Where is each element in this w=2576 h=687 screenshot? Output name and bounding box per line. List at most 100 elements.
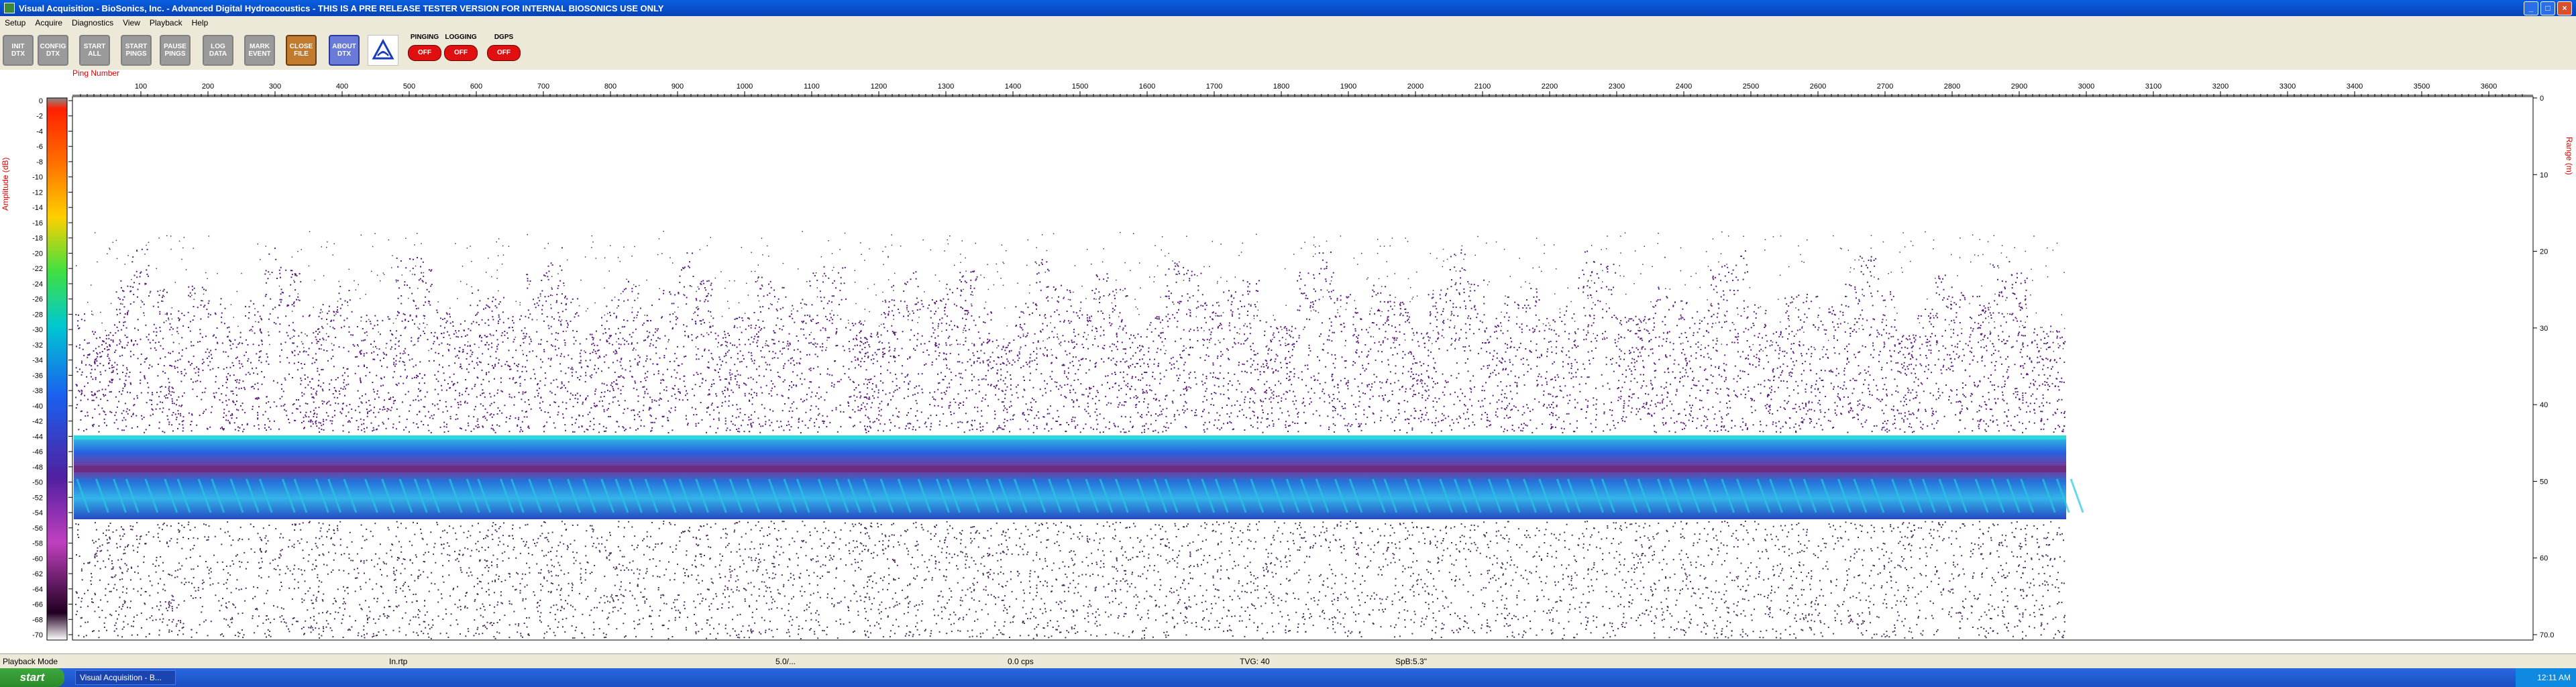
amp-tick-label: -32	[32, 341, 43, 350]
ping-tick-label: 2000	[1407, 83, 1424, 91]
amp-tick-label: -52	[32, 494, 43, 502]
amp-tick-label: -56	[32, 525, 43, 533]
start-pings-button[interactable]: START PINGS	[121, 35, 152, 66]
ping-tick-label: 900	[672, 83, 684, 91]
status-spb: SpB:5.3"	[1395, 657, 1427, 666]
amplitude-color-scale	[46, 97, 68, 641]
band-middle-layer	[74, 466, 2066, 472]
ping-tick-label: 3000	[2078, 83, 2094, 91]
amp-tick-label: -42	[32, 418, 43, 426]
status-bar: Playback Mode In.rtp 5.0/... 0.0 cps TVG…	[0, 653, 2576, 669]
toolbar: INIT DTX CONFIG DTX START ALL START PING…	[0, 30, 2576, 70]
band-top-edge	[74, 435, 2066, 439]
init-dtx-button[interactable]: INIT DTX	[3, 35, 34, 66]
range-tick-label: 50	[2540, 478, 2548, 486]
amp-tick-label: -44	[32, 433, 43, 441]
maximize-button[interactable]: □	[2540, 1, 2555, 15]
ping-tick-label: 3600	[2481, 83, 2497, 91]
amplitude-label: Amplitude (dB)	[1, 158, 10, 211]
status-mode: Playback Mode	[3, 657, 58, 666]
mark-event-button[interactable]: MARK EVENT	[244, 35, 275, 66]
amp-tick-label: -12	[32, 189, 43, 197]
amp-tick-label: -10	[32, 174, 43, 182]
status-ping-rate: 5.0/...	[775, 657, 796, 666]
amp-tick-label: -54	[32, 509, 43, 517]
amp-tick-label: -20	[32, 250, 43, 258]
status-speed: 0.0 cps	[1008, 657, 1034, 666]
pause-pings-button[interactable]: PAUSE PINGS	[160, 35, 191, 66]
ping-tick-label: 2700	[1877, 83, 1893, 91]
ping-tick-label: 2800	[1944, 83, 1960, 91]
amp-tick-label: -66	[32, 601, 43, 609]
minimize-button[interactable]: _	[2524, 1, 2538, 15]
ping-tick-label: 2400	[1676, 83, 1692, 91]
amp-tick-label: -26	[32, 296, 43, 304]
amp-tick-label: -50	[32, 479, 43, 487]
menu-view[interactable]: View	[118, 18, 145, 28]
menu-diagnostics[interactable]: Diagnostics	[67, 18, 118, 28]
ping-tick-label: 1200	[871, 83, 887, 91]
range-tick-label: 30	[2540, 325, 2548, 333]
taskbar-item-visual-acquisition[interactable]: Visual Acquisition - B...	[75, 670, 176, 685]
taskbar: start Visual Acquisition - B... 12:11 AM	[0, 668, 2576, 687]
ping-tick-label: 1300	[938, 83, 954, 91]
ping-tick-label: 3200	[2212, 83, 2229, 91]
amp-tick-label: -64	[32, 586, 43, 594]
range-tick-label: 40	[2540, 401, 2548, 409]
menu-help[interactable]: Help	[187, 18, 213, 28]
ping-tick-label: 500	[403, 83, 415, 91]
amp-tick-label: -4	[36, 127, 43, 136]
amp-tick-label: -58	[32, 540, 43, 548]
range-tick-label: 20	[2540, 248, 2548, 256]
system-tray: 12:11 AM	[2516, 668, 2576, 687]
menu-acquire[interactable]: Acquire	[30, 18, 67, 28]
amp-tick-label: -46	[32, 448, 43, 456]
logging-label: LOGGING	[445, 34, 477, 41]
ping-tick-label: 3400	[2347, 83, 2363, 91]
ping-tick-label: 100	[135, 83, 147, 91]
range-label: Range (m)	[2565, 137, 2574, 175]
ping-tick-label: 1000	[737, 83, 753, 91]
ping-tick-label: 300	[269, 83, 281, 91]
close-file-button[interactable]: CLOSE FILE	[286, 35, 317, 66]
echogram-display[interactable]: Ping Number Amplitude (dB) Range (m) 100…	[0, 68, 2576, 653]
amp-tick-label: 0	[39, 97, 43, 105]
range-tick-label: 0	[2540, 95, 2544, 103]
clock: 12:11 AM	[2537, 673, 2571, 682]
start-button[interactable]: start	[0, 668, 64, 687]
amp-tick-label: -22	[32, 265, 43, 273]
ping-tick-label: 600	[470, 83, 482, 91]
echogram-plot-area	[72, 96, 2534, 641]
ping-tick-label: 800	[604, 83, 616, 91]
amp-tick-label: -34	[32, 357, 43, 365]
pinging-lamp: OFF	[408, 45, 441, 61]
menu-setup[interactable]: Setup	[0, 18, 30, 28]
config-dtx-button[interactable]: CONFIG DTX	[38, 35, 68, 66]
range-tick-label: 10	[2540, 171, 2548, 179]
menu-bar: Setup Acquire Diagnostics View Playback …	[0, 16, 2576, 30]
log-data-button[interactable]: LOG DATA	[203, 35, 233, 66]
amp-tick-label: -60	[32, 555, 43, 563]
ping-tick-label: 3300	[2279, 83, 2296, 91]
amp-tick-label: -70	[32, 631, 43, 639]
close-button[interactable]: ×	[2557, 1, 2572, 15]
ping-tick-label: 1800	[1273, 83, 1289, 91]
amp-tick-label: -68	[32, 616, 43, 624]
logging-lamp: OFF	[444, 45, 478, 61]
menu-playback[interactable]: Playback	[145, 18, 187, 28]
ping-tick-label: 1500	[1072, 83, 1088, 91]
dgps-indicator: DGPS OFF	[484, 34, 523, 67]
ping-tick-label: 1100	[804, 83, 820, 91]
ping-tick-label: 2300	[1609, 83, 1625, 91]
amp-tick-label: -38	[32, 387, 43, 395]
about-dtx-button[interactable]: ABOUT DTX	[329, 35, 360, 66]
amp-tick-label: -2	[36, 113, 43, 121]
ping-tick-label: 3100	[2145, 83, 2161, 91]
amp-tick-label: -24	[32, 280, 43, 288]
ping-tick-label: 1400	[1005, 83, 1021, 91]
start-all-button[interactable]: START ALL	[79, 35, 110, 66]
ping-tick-label: 700	[537, 83, 549, 91]
pinging-label: PINGING	[410, 34, 439, 41]
pinging-indicator: PINGING OFF	[405, 34, 444, 67]
ping-tick-label: 2100	[1474, 83, 1491, 91]
